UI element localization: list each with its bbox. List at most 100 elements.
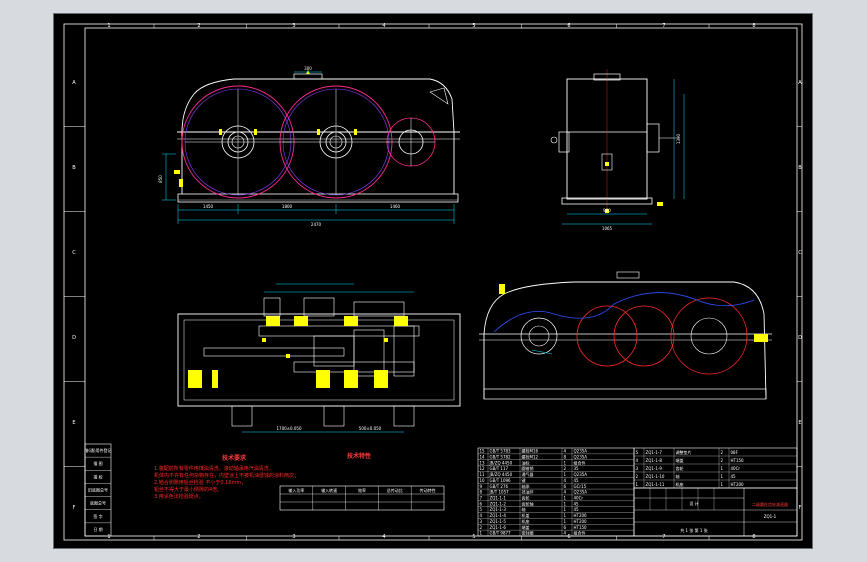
bom-cell: 9 [480,484,483,489]
bom-cell: 4 [564,531,567,536]
bom-cell: 油标 [522,459,530,465]
zone-top-label: 7 [662,23,665,29]
bom-cell: JB/ZQ 4450 [489,472,513,477]
bom-cell: 1 [480,531,483,536]
bom-cell: GB/T 117 [490,466,509,471]
bom-cell: 1 [564,501,567,506]
bom-cell: 组合件 [574,459,586,465]
bom-cell: 10 [480,478,486,483]
bom-cell: HT200 [574,513,588,518]
bom-cell: Q235A [574,449,588,454]
zone-left-label: C [72,250,76,256]
bom-cell: 1 [564,496,567,501]
bom-table-right: 5 ZQ1-1-7 调整垫片 2 08F 4 ZQ1-1-8 端盖 2 HT150 3 ZQ1-1-9… [633,447,798,489]
bom-cell: ZQ1-1-5 [490,519,507,524]
title-sheet: 共 1 张 第 1 张 [680,527,707,533]
section-view [479,271,772,400]
zone-left-label: E [72,420,75,426]
tech-spec-header: 效率 [358,487,366,493]
bom-cell: 轴 [522,506,526,512]
technical-requirements: 技术要求 1.装配前所有零件用煤油清洗，滚动轴承用汽油清洗，机体内不许有任何杂物… [154,454,299,500]
title-design: 设 计 [689,500,698,506]
bom-cell: 1 [564,507,567,512]
bom-right-cell: 1 [636,482,639,487]
bom-cell: 15 [480,449,486,454]
zone-bottom-label: 5 [472,534,475,540]
dim-side-height: 1390 [676,133,681,144]
bom-right-cell: 2 [721,458,724,463]
bom-cell: ZQ1-1-3 [490,507,507,512]
bom-cell: JB/T 1057 [489,490,510,495]
tech-req-line: 1.装配前所有零件用煤油清洗，滚动轴承用汽油清洗， [154,465,274,472]
tech-spec-header: 总传动比 [387,487,403,493]
stamp-label: 日 期 [93,526,102,532]
bom-cell: 机座 [522,518,530,524]
zone-top-label: 6 [567,23,570,29]
zone-bottom-label: 8 [752,534,755,540]
zone-labels: 1122334455667788A AB BC CD DE EF F [72,23,802,540]
bom-cell: 通气器 [522,471,534,477]
bom-right-cell: ZQ1-1-8 [646,458,663,463]
bom-cell: ZQ1-1-1 [490,496,507,501]
bom-cell: HT150 [574,525,588,530]
left-stamp: 借(通)用件登记描 图描 校旧底图总号底图总号签 字日 期 [84,443,112,537]
bom-cell: GB/T 5782 [490,454,512,459]
stamp-label: 底图总号 [90,500,106,506]
tech-spec-header: 传动特性 [420,487,436,493]
bom-cell: 1 [564,460,567,465]
tech-req-title: 技术要求 [222,454,247,462]
tech-req-line: 铅丝不得大于最小侧隙的4倍。 [154,486,222,493]
bom-cell: 3 [480,519,483,524]
cad-viewport[interactable]: 借(通)用件登记描 图描 校旧底图总号 底图总号签 字日 期 技术要求 1.装配前… [54,14,812,548]
dim-top-small: 300 [304,66,312,71]
bom-cell: GB/T 276 [490,484,509,489]
bom-table: 15 GB/T 5783 螺栓M16 4 Q235A14 GB/T 5782 螺栓M12 8 Q… [477,448,635,537]
tech-req-line: 机体内不许有任何杂物存在，内壁涂上不被机油侵蚀的涂料两次； [154,472,299,479]
front-view [162,70,460,224]
stamp-label: 旧底图总号 [88,487,108,493]
bom-cell: 2 [564,466,567,471]
bom-cell: 14 [480,454,486,459]
bom-cell: 组合件 [574,530,586,536]
bom-cell: 45 [574,501,580,506]
stamp-label: 描 校 [93,473,102,479]
zone-right-label: B [798,165,802,171]
zone-left-label: D [72,335,76,341]
bom-cell: JB/ZQ 4450 [489,460,513,465]
bom-right-cell: ZQ1-1-9 [646,466,663,471]
bom-right-cell: 齿轮 [676,465,684,471]
bom-cell: Q235A [574,490,588,495]
zone-bottom-label: 4 [382,534,385,540]
dim-front-segment: 1460 [390,204,401,209]
bom-cell: GCr15 [574,484,587,489]
title-company: 二级圆柱齿轮减速器 [752,501,788,507]
zone-right-label: F [799,505,802,511]
bom-cell: 4 [564,490,567,495]
tech-spec-header: 输入功率 [288,487,304,493]
bom-cell: 6 [480,501,483,506]
stamp-label: 借(通)用件登记 [84,447,111,453]
bom-right-cell: 轴 [676,473,680,479]
bom-cell: 11 [480,472,486,477]
dim-front-segment: 1450 [203,204,214,209]
zone-left-label: A [72,80,76,86]
zone-bottom-label: 2 [197,534,200,540]
plan-view [177,283,461,433]
bom-right-cell: 08F [731,450,739,455]
bom-cell: 45 [574,507,580,512]
bom-cell: 螺栓M16 [522,448,539,454]
stamp-label: 描 图 [93,460,102,466]
side-view [550,69,685,225]
bom-right-cell: 端盖 [676,457,684,463]
drawing-canvas: 借(通)用件登记描 图描 校旧底图总号底图总号签 字日 期 技术要求 1.装配前… [63,23,803,541]
bom-cell: 4 [480,513,483,518]
bom-right-cell: 2 [721,450,724,455]
bom-cell: GB/T 5783 [490,449,512,454]
bom-cell: 6 [564,525,567,530]
dim-plan-bottom: 500±0.050 [359,426,382,431]
bom-right-cell: HT200 [731,482,745,487]
bom-cell: GB/T 1096 [490,478,512,483]
dimension-labels: 1450 1800 1460 2470 850 980 1065 1390 1700±0.050… [158,66,681,431]
bom-right-cell: 3 [636,466,639,471]
bom-cell: 5 [480,507,483,512]
